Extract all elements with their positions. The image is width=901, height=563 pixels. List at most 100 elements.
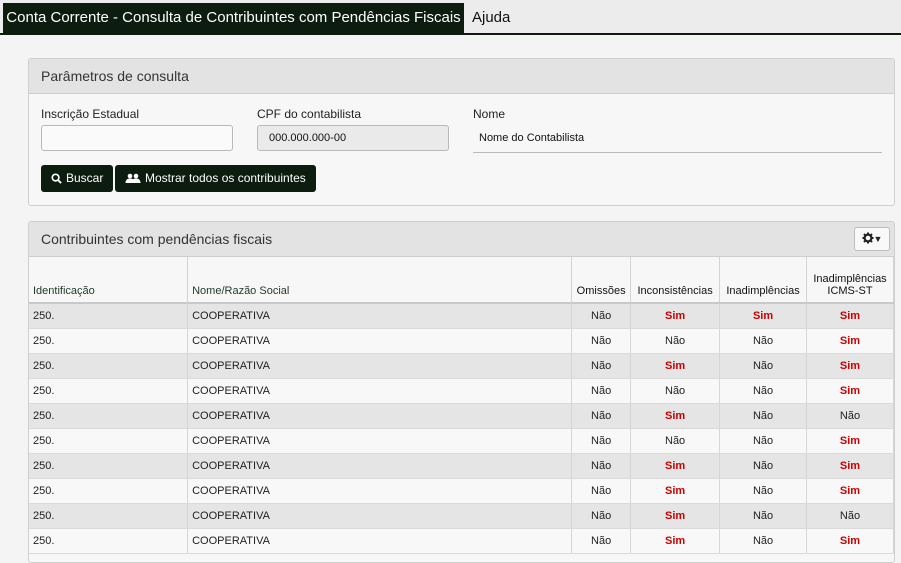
cell-nome: COOPERATIVA: [187, 453, 573, 479]
table-row[interactable]: 250. COOPERATIVA Não Sim Não Sim: [29, 478, 894, 504]
cell-inadimplencias-icms-st: Sim: [806, 528, 894, 554]
cell-inconsistencias: Sim: [630, 453, 721, 479]
cell-nome: COOPERATIVA: [187, 503, 573, 529]
cell-identificacao: 250.: [29, 328, 189, 354]
cell-inadimplencias-icms-st: Sim: [806, 453, 894, 479]
table-header-row: Identificação Nome/Razão Social Omissões…: [29, 257, 894, 304]
col-identificacao[interactable]: Identificação: [29, 257, 189, 304]
cell-inconsistencias: Sim: [630, 403, 721, 429]
cell-inadimplencias: Não: [719, 353, 808, 379]
cell-inconsistencias: Não: [630, 428, 721, 454]
cell-nome: COOPERATIVA: [187, 328, 573, 354]
cpf-label: CPF do contabilista: [257, 107, 362, 121]
cell-nome: COOPERATIVA: [187, 403, 573, 429]
cell-inadimplencias-icms-st: Sim: [806, 378, 894, 404]
cell-inadimplencias: Não: [719, 403, 808, 429]
table-row[interactable]: 250. COOPERATIVA Não Sim Não Não: [29, 403, 894, 429]
table-row[interactable]: 250. COOPERATIVA Não Sim Sim Sim: [29, 303, 894, 329]
table-row[interactable]: 250. COOPERATIVA Não Sim Não Sim: [29, 453, 894, 479]
cell-identificacao: 250.: [29, 503, 189, 529]
table-row[interactable]: 250. COOPERATIVA Não Sim Não Sim: [29, 353, 894, 379]
cell-inadimplencias: Não: [719, 478, 808, 504]
table-row[interactable]: 250. COOPERATIVA Não Sim Não Não: [29, 503, 894, 529]
table-row[interactable]: 250. COOPERATIVA Não Não Não Sim: [29, 328, 894, 354]
cell-inadimplencias-icms-st: Sim: [806, 478, 894, 504]
cell-inadimplencias-icms-st: Sim: [806, 303, 894, 329]
results-panel: Contribuintes com pendências fiscais ▼ I…: [28, 221, 895, 563]
cell-inconsistencias: Sim: [630, 478, 721, 504]
cell-omissoes: Não: [571, 303, 632, 329]
cell-inadimplencias: Não: [719, 428, 808, 454]
cell-omissoes: Não: [571, 478, 632, 504]
cell-identificacao: 250.: [29, 378, 189, 404]
cell-nome: COOPERATIVA: [187, 353, 573, 379]
query-parameters-title: Parâmetros de consulta: [29, 59, 894, 94]
show-all-button[interactable]: Mostrar todos os contribuintes: [115, 165, 316, 192]
search-icon: [51, 173, 62, 184]
cell-inconsistencias: Sim: [630, 503, 721, 529]
col-inconsistencias[interactable]: Inconsistências: [630, 257, 721, 304]
cell-identificacao: 250.: [29, 303, 189, 329]
cell-nome: COOPERATIVA: [187, 303, 573, 329]
cell-inadimplencias: Não: [719, 528, 808, 554]
search-button[interactable]: Buscar: [41, 165, 114, 192]
ie-label: Inscrição Estadual: [41, 107, 140, 121]
gear-icon: [862, 232, 874, 244]
settings-dropdown-button[interactable]: ▼: [854, 227, 890, 251]
cell-identificacao: 250.: [29, 428, 189, 454]
col-inadimplencias-icms-st[interactable]: Inadimplências ICMS-ST: [806, 257, 894, 304]
table-row[interactable]: 250. COOPERATIVA Não Sim Não Sim: [29, 528, 894, 554]
cell-inconsistencias: Sim: [630, 528, 721, 554]
tab-ajuda[interactable]: Ajuda: [472, 3, 510, 33]
name-label: Nome: [473, 107, 506, 121]
cell-nome: COOPERATIVA: [187, 378, 573, 404]
search-button-label: Buscar: [66, 171, 104, 185]
cell-inadimplencias-icms-st: Não: [806, 503, 894, 529]
pendencias-table: Identificação Nome/Razão Social Omissões…: [29, 257, 894, 554]
cell-omissoes: Não: [571, 378, 632, 404]
cell-nome: COOPERATIVA: [187, 528, 573, 554]
table-row[interactable]: 250. COOPERATIVA Não Não Não Sim: [29, 378, 894, 404]
cell-inadimplencias: Sim: [719, 303, 808, 329]
cell-omissoes: Não: [571, 528, 632, 554]
cell-identificacao: 250.: [29, 453, 189, 479]
cell-omissoes: Não: [571, 328, 632, 354]
cell-omissoes: Não: [571, 403, 632, 429]
cpf-field: 000.000.000-00: [257, 125, 449, 151]
cell-inadimplencias: Não: [719, 328, 808, 354]
accountant-name-field: Nome do Contabilista: [473, 129, 882, 153]
cell-inadimplencias-icms-st: Sim: [806, 328, 894, 354]
query-parameters-panel: Parâmetros de consulta Inscrição Estadua…: [28, 58, 895, 206]
cell-omissoes: Não: [571, 353, 632, 379]
caret-down-icon: ▼: [873, 234, 883, 244]
cell-inconsistencias: Não: [630, 328, 721, 354]
cell-inconsistencias: Não: [630, 378, 721, 404]
top-tab-bar: Conta Corrente - Consulta de Contribuint…: [0, 0, 901, 35]
cell-inconsistencias: Sim: [630, 353, 721, 379]
cell-identificacao: 250.: [29, 403, 189, 429]
cell-inadimplencias: Não: [719, 378, 808, 404]
show-all-button-label: Mostrar todos os contribuintes: [145, 171, 306, 185]
cell-inadimplencias: Não: [719, 453, 808, 479]
tab-consulta-pendencias[interactable]: Conta Corrente - Consulta de Contribuint…: [3, 3, 464, 33]
users-icon: [125, 173, 141, 183]
cell-inadimplencias-icms-st: Não: [806, 403, 894, 429]
col-inadimplencias[interactable]: Inadimplências: [719, 257, 808, 304]
ie-input[interactable]: [41, 125, 233, 151]
col-nome-razao-social[interactable]: Nome/Razão Social: [187, 257, 573, 304]
cell-nome: COOPERATIVA: [187, 478, 573, 504]
cell-identificacao: 250.: [29, 528, 189, 554]
cell-inadimplencias-icms-st: Sim: [806, 428, 894, 454]
cell-nome: COOPERATIVA: [187, 428, 573, 454]
cell-omissoes: Não: [571, 428, 632, 454]
cell-identificacao: 250.: [29, 478, 189, 504]
cell-inadimplencias: Não: [719, 503, 808, 529]
results-title: Contribuintes com pendências fiscais: [29, 222, 894, 257]
cell-identificacao: 250.: [29, 353, 189, 379]
cell-omissoes: Não: [571, 503, 632, 529]
table-row[interactable]: 250. COOPERATIVA Não Não Não Sim: [29, 428, 894, 454]
cell-inadimplencias-icms-st: Sim: [806, 353, 894, 379]
cell-inconsistencias: Sim: [630, 303, 721, 329]
cell-omissoes: Não: [571, 453, 632, 479]
col-omissoes[interactable]: Omissões: [571, 257, 632, 304]
